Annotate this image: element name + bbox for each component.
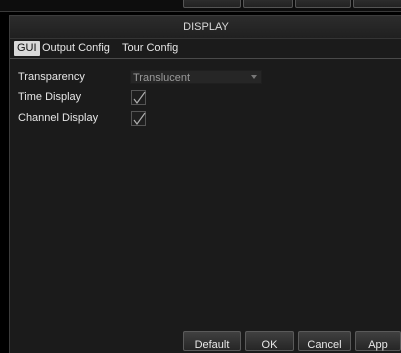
chevron-down-icon xyxy=(251,75,257,79)
screen: DISPLAY GUI Output Config Tour Config Tr… xyxy=(0,0,401,353)
cancel-button[interactable]: Cancel xyxy=(298,331,351,351)
transparency-row: Transparency Translucent xyxy=(18,69,318,85)
previous-dialog-button xyxy=(353,0,401,8)
transparency-select[interactable]: Translucent xyxy=(130,70,262,84)
previous-dialog-button xyxy=(295,0,351,8)
separator-line xyxy=(0,11,401,12)
transparency-label: Transparency xyxy=(18,71,85,83)
dialog-title: DISPLAY xyxy=(183,21,229,33)
tab-output-config[interactable]: Output Config xyxy=(39,41,113,56)
display-dialog: DISPLAY GUI Output Config Tour Config Tr… xyxy=(9,15,401,353)
apply-button[interactable]: App xyxy=(355,331,401,351)
previous-dialog-button xyxy=(243,0,293,8)
dialog-title-bar: DISPLAY xyxy=(10,16,401,39)
tab-tour-config[interactable]: Tour Config xyxy=(119,41,181,56)
default-button[interactable]: Default xyxy=(183,331,241,351)
transparency-value: Translucent xyxy=(133,72,191,84)
channel-display-checkbox[interactable] xyxy=(131,111,146,126)
time-display-label: Time Display xyxy=(18,91,82,103)
channel-display-row: Channel Display xyxy=(18,110,318,126)
tab-bar: GUI Output Config Tour Config xyxy=(10,39,401,59)
checkmark-icon xyxy=(133,112,146,126)
channel-display-label: Channel Display xyxy=(18,112,99,124)
checkmark-icon xyxy=(133,91,146,105)
time-display-checkbox[interactable] xyxy=(131,90,146,105)
tab-gui[interactable]: GUI xyxy=(14,41,40,56)
ok-button[interactable]: OK xyxy=(245,331,294,351)
time-display-row: Time Display xyxy=(18,89,318,105)
previous-dialog-button xyxy=(183,0,241,8)
